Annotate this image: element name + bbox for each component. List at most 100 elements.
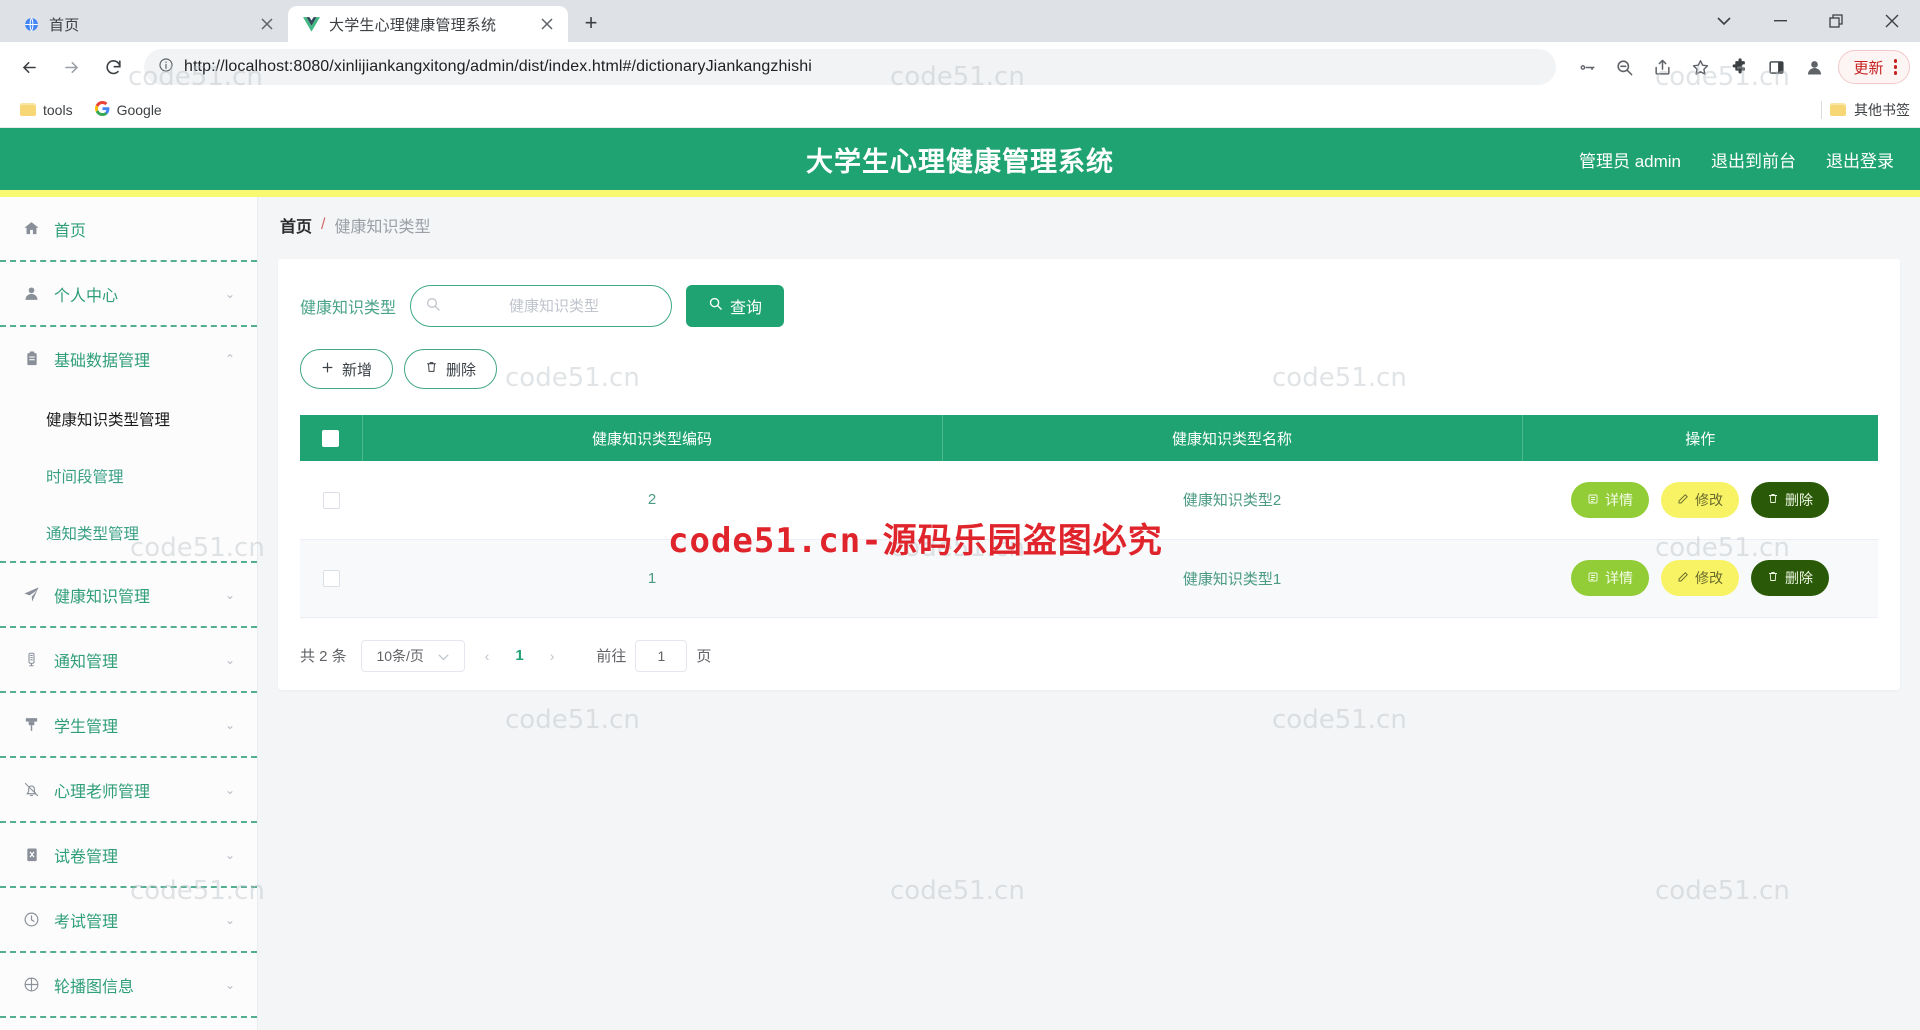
extensions-icon[interactable] (1720, 49, 1756, 85)
search-icon (425, 296, 441, 317)
send-icon (22, 586, 41, 603)
table-body: 2 健康知识类型2 详情 修改 删除 1 健康知识类型1 详情 修改 删除 (300, 461, 1878, 618)
tab-title: 首页 (49, 16, 80, 34)
edit-button[interactable]: 修改 (1661, 560, 1739, 596)
sidebar-item-notice-type-mgmt[interactable]: 通知类型管理 (0, 504, 257, 561)
data-table: 健康知识类型编码 健康知识类型名称 操作 2 健康知识类型2 详情 修改 删除 … (300, 415, 1878, 618)
goto-frontend-link[interactable]: 退出到前台 (1711, 147, 1796, 172)
delete-button[interactable]: 删除 (1751, 481, 1829, 518)
bulk-delete-button[interactable]: 删除 (404, 349, 498, 389)
action-bar: 新增 删除 (278, 327, 1900, 389)
pagination: 共 2 条 10条/页 ‹ 1 › 前往 1 页 (278, 618, 1900, 672)
bookmark-tools[interactable]: tools (12, 98, 81, 122)
sidebar-item-label: 基础数据管理 (54, 352, 151, 370)
profile-icon[interactable] (1796, 49, 1832, 85)
sidebar-item-carousel-info[interactable]: 轮播图信息 ⌄ (0, 953, 257, 1016)
breadcrumb-current: 健康知识类型 (334, 219, 431, 236)
sidebar-item-exam-paper-mgmt[interactable]: 试卷管理 ⌄ (0, 823, 257, 886)
forward-button[interactable] (52, 48, 90, 86)
breadcrumb-home[interactable]: 首页 (280, 213, 312, 237)
other-bookmarks-label: 其他书签 (1854, 101, 1910, 118)
new-tab-button[interactable]: + (574, 6, 608, 40)
next-page-button[interactable]: › (544, 648, 561, 664)
pagination-total: 共 2 条 (300, 648, 347, 665)
page-title: 大学生心理健康管理系统 (806, 146, 1114, 177)
info-circle-icon[interactable] (158, 57, 174, 78)
detail-button[interactable]: 详情 (1571, 481, 1649, 518)
add-button[interactable]: 新增 (300, 349, 394, 389)
browser-tab-1[interactable]: 首页 (8, 6, 288, 42)
sidebar-item-label: 学生管理 (54, 718, 119, 736)
back-button[interactable] (10, 48, 48, 86)
close-icon[interactable] (256, 13, 278, 35)
page-jump: 前往 页 (596, 639, 711, 672)
header-links: 管理员 admin 退出到前台 退出登录 (1579, 128, 1894, 190)
table-row: 1 健康知识类型1 详情 修改 删除 (300, 539, 1878, 618)
minimize-button[interactable] (1752, 0, 1808, 42)
reload-button[interactable] (94, 48, 132, 86)
select-all-checkbox[interactable] (322, 429, 340, 447)
breadcrumb: 首页 / 健康知识类型 (258, 197, 1920, 253)
share-icon[interactable] (1644, 49, 1680, 85)
delete-button-label: 删除 (1785, 491, 1813, 508)
trash-icon (1767, 492, 1779, 508)
sidebar-item-home[interactable]: 首页 (0, 197, 257, 260)
pin-icon (22, 716, 41, 733)
body-area: 首页 个人中心 ⌄ 基础数据管理 ⌃ 健康知识类型管理 时间段管理 通知类型管理… (0, 197, 1920, 1030)
side-panel-icon[interactable] (1758, 49, 1794, 85)
sidebar-item-health-knowledge-mgmt[interactable]: 健康知识管理 ⌄ (0, 563, 257, 626)
row-action-buttons: 详情 修改 删除 (1522, 560, 1878, 596)
sidebar-item-exam-mgmt[interactable]: 考试管理 ⌄ (0, 888, 257, 951)
browser-tab-2[interactable]: 大学生心理健康管理系统 (288, 6, 568, 42)
star-icon[interactable] (1682, 49, 1718, 85)
chevron-down-icon: ⌄ (224, 847, 235, 862)
page-jump-prefix: 前往 (596, 648, 627, 665)
divider (0, 1016, 257, 1018)
delete-button[interactable]: 删除 (1751, 560, 1829, 596)
update-button[interactable]: 更新 (1838, 50, 1910, 84)
zoom-out-icon[interactable] (1606, 49, 1642, 85)
key-icon[interactable] (1568, 49, 1604, 85)
close-icon[interactable] (536, 13, 558, 35)
toolbar-icons: 更新 (1568, 49, 1910, 85)
chevron-up-icon: ⌃ (224, 351, 235, 366)
column-header-name: 健康知识类型名称 (942, 415, 1523, 461)
query-button[interactable]: 查询 (686, 285, 785, 327)
kebab-menu-icon[interactable] (1888, 59, 1904, 75)
page-jump-input[interactable] (635, 639, 688, 672)
sidebar-item-label: 个人中心 (54, 287, 119, 305)
browser-toolbar: http://localhost:8080/xinlijiankangxiton… (0, 42, 1920, 92)
sidebar-item-basic-data[interactable]: 基础数据管理 ⌃ (0, 327, 257, 390)
chevron-down-icon: ⌄ (224, 286, 235, 301)
query-button-label: 查询 (730, 300, 763, 317)
sidebar-item-health-knowledge-type-mgmt[interactable]: 健康知识类型管理 (0, 390, 257, 447)
bookmarks-bar: tools Google 其他书签 (0, 92, 1920, 128)
row-checkbox[interactable] (322, 491, 340, 509)
list-icon (1587, 570, 1599, 586)
row-checkbox[interactable] (322, 569, 340, 587)
page-size-select[interactable]: 10条/页 (360, 639, 465, 672)
sidebar-item-label: 首页 (54, 222, 87, 240)
sidebar-item-personal-center[interactable]: 个人中心 ⌄ (0, 262, 257, 325)
search-input[interactable] (451, 296, 658, 316)
sidebar-item-counselor-mgmt[interactable]: 心理老师管理 ⌄ (0, 758, 257, 821)
column-header-actions: 操作 (1522, 415, 1878, 461)
prev-page-button[interactable]: ‹ (479, 648, 496, 664)
edit-button[interactable]: 修改 (1661, 481, 1739, 518)
sidebar-item-timeslot-mgmt[interactable]: 时间段管理 (0, 447, 257, 504)
edit-button-label: 修改 (1695, 491, 1723, 508)
address-bar[interactable]: http://localhost:8080/xinlijiankangxiton… (144, 49, 1557, 85)
sidebar-item-student-mgmt[interactable]: 学生管理 ⌄ (0, 693, 257, 756)
page-number-1[interactable]: 1 (509, 647, 529, 664)
maximize-button[interactable] (1808, 0, 1864, 42)
sidebar-item-label: 考试管理 (54, 913, 119, 931)
tab-search-icon[interactable] (1696, 0, 1752, 42)
search-field-wrapper[interactable] (410, 285, 673, 327)
detail-button[interactable]: 详情 (1571, 560, 1649, 596)
sidebar-item-notice-mgmt[interactable]: 通知管理 ⌄ (0, 628, 257, 691)
page-content: 大学生心理健康管理系统 管理员 admin 退出到前台 退出登录 首页 个人中心… (0, 128, 1920, 1030)
bookmark-google[interactable]: Google (87, 97, 170, 123)
close-button[interactable] (1864, 0, 1920, 42)
other-bookmarks[interactable]: 其他书签 (1821, 100, 1910, 120)
logout-link[interactable]: 退出登录 (1826, 147, 1894, 172)
